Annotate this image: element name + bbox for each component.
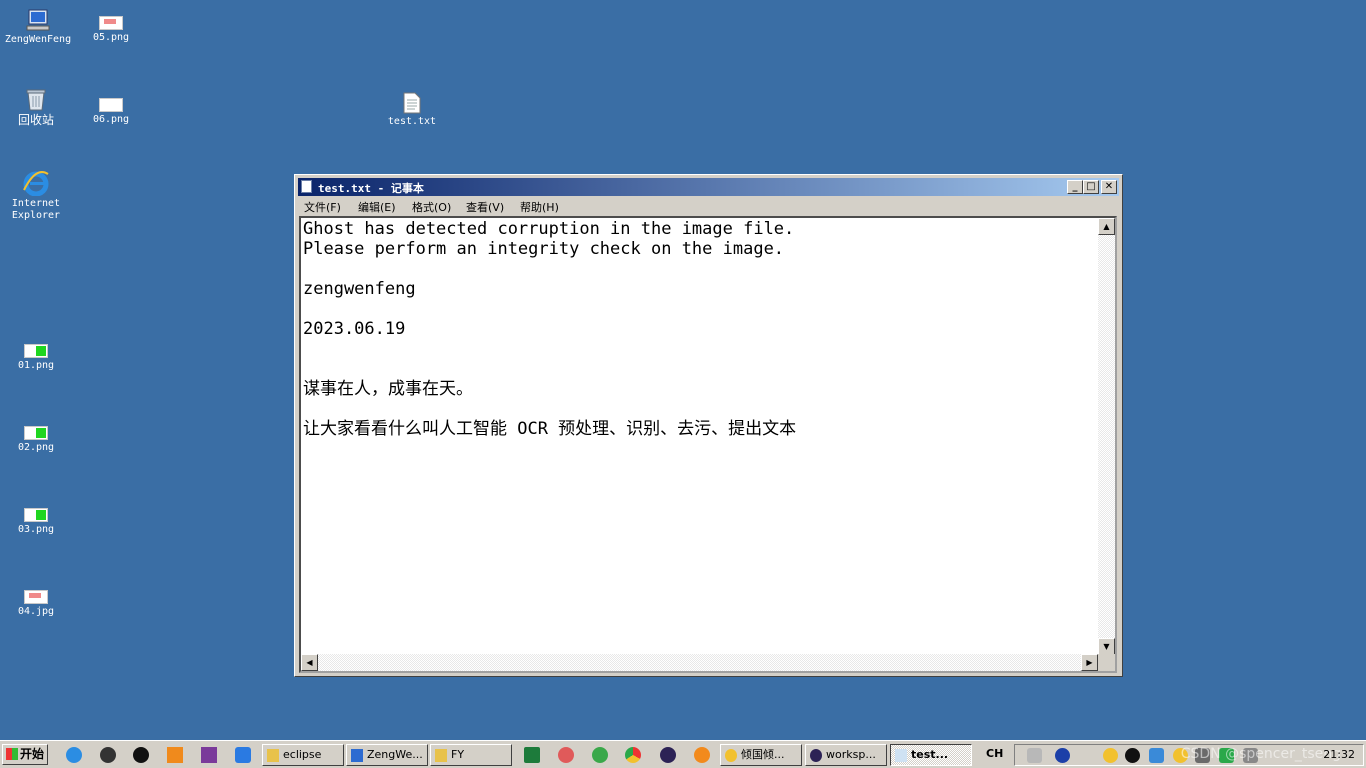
- desktop-icon-recycle-bin[interactable]: 回收站: [0, 88, 74, 126]
- help-icon[interactable]: [1055, 748, 1070, 763]
- desktop-icon-label: 06.png: [92, 114, 130, 125]
- scroll-up-button[interactable]: ▲: [1098, 218, 1115, 235]
- image-file-icon: [24, 590, 48, 604]
- image-file-icon: [99, 98, 123, 112]
- task-label: test...: [911, 748, 949, 761]
- eclipse-icon: [810, 749, 822, 762]
- plant-app-icon[interactable]: [592, 747, 608, 763]
- maximize-button[interactable]: □: [1083, 180, 1099, 194]
- notepad-icon: [301, 180, 312, 193]
- network-icon[interactable]: [1149, 748, 1164, 763]
- start-label: 开始: [20, 747, 45, 761]
- desktop-icon-label: Internet Explorer: [11, 198, 61, 221]
- notepad-icon: [895, 749, 907, 762]
- desktop-icon-06-png[interactable]: 06.png: [73, 98, 149, 126]
- qq-quicklaunch-icon[interactable]: [133, 747, 149, 763]
- task-workspace[interactable]: worksp...: [805, 744, 887, 766]
- task-fy[interactable]: FY: [430, 744, 512, 766]
- task-label: FY: [451, 748, 465, 761]
- chat-quicklaunch-icon[interactable]: [235, 747, 251, 763]
- excel-icon[interactable]: [524, 747, 540, 763]
- image-file-icon: [24, 344, 48, 358]
- folder-icon: [267, 749, 279, 762]
- snail-app-icon[interactable]: [558, 747, 574, 763]
- close-button[interactable]: ✕: [1101, 180, 1117, 194]
- desktop-icon-03-png[interactable]: 03.png: [0, 508, 74, 536]
- axure-quicklaunch-icon[interactable]: [201, 747, 217, 763]
- windows-logo-icon: [6, 748, 18, 760]
- task-qingguo[interactable]: 倾国倾...: [720, 744, 802, 766]
- menu-file[interactable]: 文件(F): [304, 199, 341, 215]
- task-label: eclipse: [283, 748, 322, 761]
- scroll-left-button[interactable]: ◀: [301, 654, 318, 671]
- keyboard-icon[interactable]: [1027, 748, 1042, 763]
- menu-view[interactable]: 查看(V): [466, 199, 504, 215]
- start-button[interactable]: 开始: [2, 744, 48, 765]
- image-file-icon: [99, 16, 123, 30]
- minimize-button[interactable]: _: [1067, 180, 1083, 194]
- vertical-scrollbar[interactable]: ▲ ▼: [1098, 218, 1115, 655]
- internet-explorer-icon: [23, 171, 49, 196]
- task-zengwe[interactable]: ZengWe...: [346, 744, 428, 766]
- menu-help[interactable]: 帮助(H): [520, 199, 559, 215]
- desktop-icon-label: 01.png: [17, 360, 55, 371]
- clock[interactable]: 21:32: [1323, 748, 1355, 761]
- computer-icon: [351, 749, 363, 762]
- input-method-indicator[interactable]: CH: [986, 747, 1003, 760]
- taskbar: 开始 eclipse ZengWe... FY 倾国倾... worksp...…: [0, 740, 1366, 768]
- text-editor[interactable]: Ghost has detected corruption in the ima…: [299, 216, 1117, 673]
- app-icon: [725, 749, 737, 762]
- qq-tray-icon[interactable]: [1103, 748, 1118, 763]
- document-text[interactable]: Ghost has detected corruption in the ima…: [303, 219, 1103, 655]
- watermark: CSDN @spencer_tseng: [1180, 746, 1341, 762]
- notepad-window: test.txt - 记事本 _ □ ✕ 文件(F) 编辑(E) 格式(O) 查…: [294, 174, 1123, 677]
- window-title: test.txt - 记事本: [318, 182, 424, 195]
- menu-edit[interactable]: 编辑(E): [358, 199, 396, 215]
- desktop-icon-label: 04.jpg: [17, 606, 55, 617]
- image-file-icon: [24, 426, 48, 440]
- desktop-icon-02-png[interactable]: 02.png: [0, 426, 74, 454]
- resize-grip[interactable]: [1098, 654, 1115, 671]
- recycle-bin-icon: [26, 89, 46, 111]
- task-test-txt[interactable]: test...: [890, 744, 972, 766]
- desktop-icon-label: 05.png: [92, 32, 130, 43]
- desktop-icon-04-jpg[interactable]: 04.jpg: [0, 590, 74, 618]
- folder-icon: [435, 749, 447, 762]
- penguin-icon[interactable]: [1125, 748, 1140, 763]
- ie-quicklaunch-icon[interactable]: [66, 747, 82, 763]
- eclipse-icon[interactable]: [660, 747, 676, 763]
- chrome-icon[interactable]: [625, 747, 641, 763]
- task-label: 倾国倾...: [741, 748, 785, 761]
- desktop-icon-label: 03.png: [17, 524, 55, 535]
- desktop-icon-internet-explorer[interactable]: Internet Explorer: [0, 170, 74, 222]
- task-label: worksp...: [826, 748, 876, 761]
- menu-bar: 文件(F) 编辑(E) 格式(O) 查看(V) 帮助(H): [298, 197, 1119, 215]
- desktop-icon-computer[interactable]: ZengWenFeng: [0, 8, 76, 46]
- text-file-icon: [403, 92, 421, 114]
- vlc-quicklaunch-icon[interactable]: [167, 747, 183, 763]
- computer-icon: [26, 9, 50, 31]
- menu-format[interactable]: 格式(O): [412, 199, 451, 215]
- task-eclipse[interactable]: eclipse: [262, 744, 344, 766]
- desktop-icon-label: ZengWenFeng: [4, 34, 72, 45]
- task-label: ZengWe...: [367, 748, 423, 761]
- horizontal-scrollbar[interactable]: ◀ ▶: [301, 654, 1098, 671]
- desktop-icon-01-png[interactable]: 01.png: [0, 344, 74, 372]
- scroll-right-button[interactable]: ▶: [1081, 654, 1098, 671]
- image-file-icon: [24, 508, 48, 522]
- firefox-icon[interactable]: [694, 747, 710, 763]
- scroll-down-button[interactable]: ▼: [1098, 638, 1115, 655]
- desktop-icon-label: 02.png: [17, 442, 55, 453]
- desktop-icon-05-png[interactable]: 05.png: [73, 16, 149, 44]
- desktop-icon-label: test.txt: [387, 116, 437, 127]
- desktop-icon-label: 回收站: [17, 113, 54, 127]
- title-bar[interactable]: test.txt - 记事本 _ □ ✕: [298, 178, 1119, 196]
- system-tray: CSDN @spencer_tseng 21:32: [1014, 744, 1364, 766]
- desktop-icon-test-txt[interactable]: test.txt: [374, 92, 450, 128]
- media-quicklaunch-icon[interactable]: [100, 747, 116, 763]
